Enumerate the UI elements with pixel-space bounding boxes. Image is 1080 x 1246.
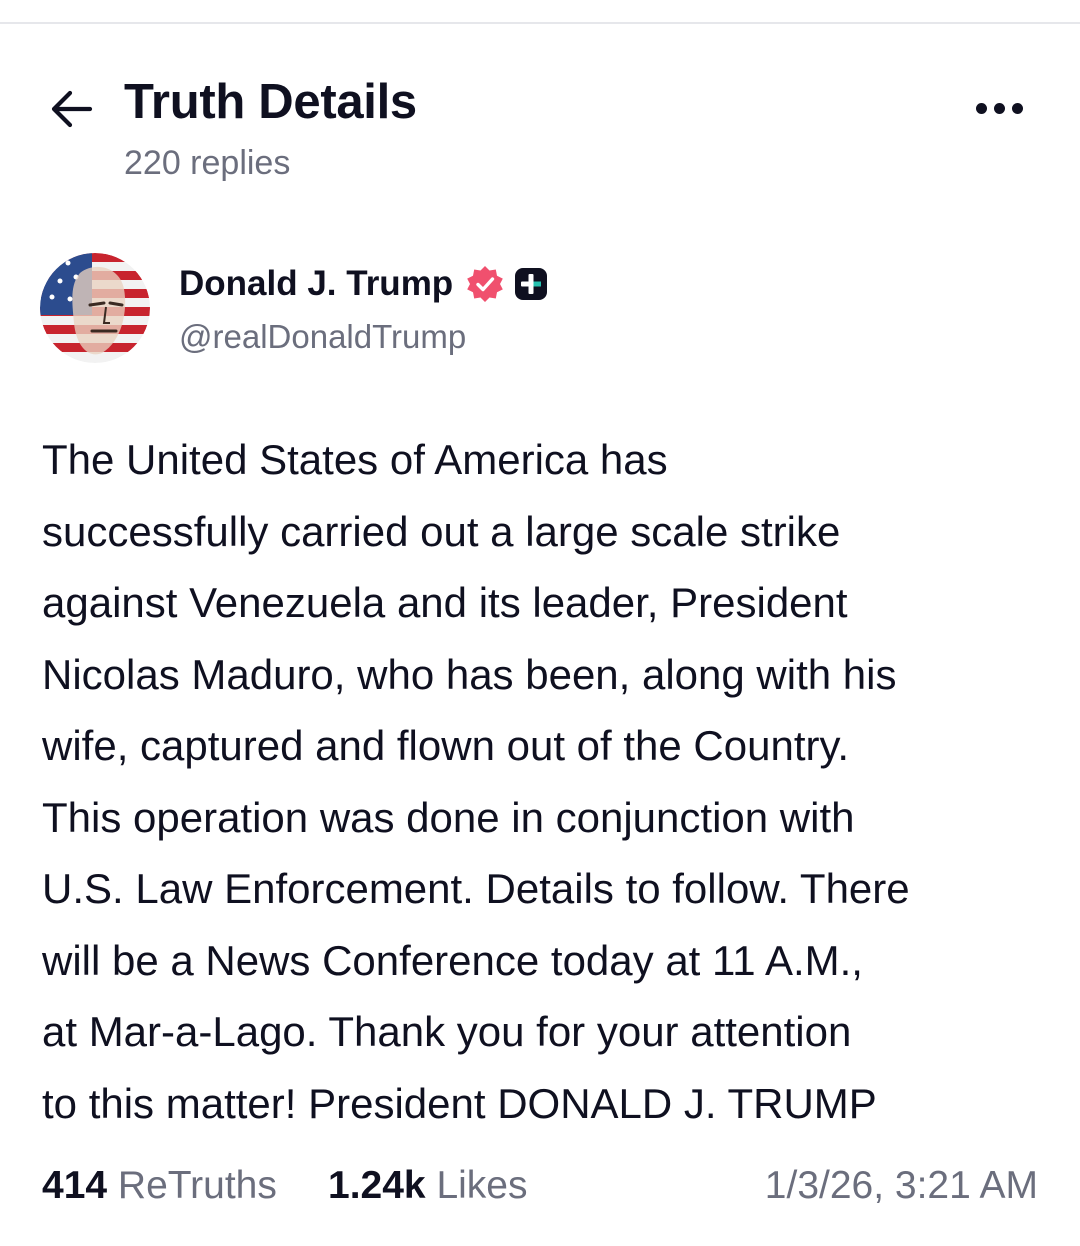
post-text-line: to this matter! President DONALD J. TRUM… — [42, 1079, 877, 1127]
post-text-line: successfully carried out a large scale s… — [42, 507, 841, 555]
more-dot-icon — [1011, 102, 1023, 114]
avatar[interactable] — [40, 253, 150, 363]
post-author: Donald J. Trump @realDonaldTrump — [0, 250, 1080, 370]
likes-stat[interactable]: 1.24k Likes — [328, 1164, 528, 1208]
post-text: The United States of America has success… — [42, 424, 1052, 1139]
avatar-image — [40, 253, 150, 363]
post-text-line: will be a News Conference today at 11 A.… — [42, 936, 863, 984]
page-title: Truth Details — [124, 75, 417, 129]
retruths-label: ReTruths — [117, 1164, 277, 1207]
more-options-button[interactable] — [968, 90, 1030, 126]
author-name[interactable]: Donald J. Trump — [179, 264, 453, 304]
more-dot-icon — [993, 102, 1005, 114]
verified-badge-icon — [467, 266, 504, 302]
back-button[interactable] — [44, 82, 98, 136]
post-text-line: wife, captured and flown out of the Coun… — [42, 722, 850, 769]
author-name-row: Donald J. Trump — [179, 262, 549, 306]
post-timestamp: 1/3/26, 3:21 AM — [764, 1164, 1038, 1207]
likes-count: 1.24k — [328, 1164, 426, 1207]
reply-count: 220 replies — [124, 144, 291, 182]
post-text-line: The United States of America has — [42, 436, 668, 483]
post-text-line: against Venezuela and its leader, Presid… — [42, 579, 848, 626]
author-handle[interactable]: @realDonaldTrump — [179, 318, 466, 356]
retruths-stat[interactable]: 414 ReTruths — [42, 1164, 277, 1208]
page-header: Truth Details 220 replies — [0, 60, 1080, 200]
post-text-line: at Mar-a-Lago. Thank you for your attent… — [42, 1008, 852, 1055]
post-text-line: U.S. Law Enforcement. Details to follow.… — [42, 865, 910, 912]
arrow-left-icon — [51, 90, 93, 128]
truth-plus-icon — [515, 268, 548, 300]
likes-label: Likes — [436, 1164, 528, 1207]
post-text-line: Nicolas Maduro, who has been, along with… — [42, 650, 897, 698]
more-dot-icon — [975, 102, 987, 114]
retruths-count: 414 — [42, 1164, 108, 1207]
top-divider — [0, 22, 1080, 24]
post-stats: 414 ReTruths 1.24k Likes 1/3/26, 3:21 AM — [42, 1164, 1038, 1216]
post-text-line: This operation was done in conjunction w… — [42, 793, 855, 841]
